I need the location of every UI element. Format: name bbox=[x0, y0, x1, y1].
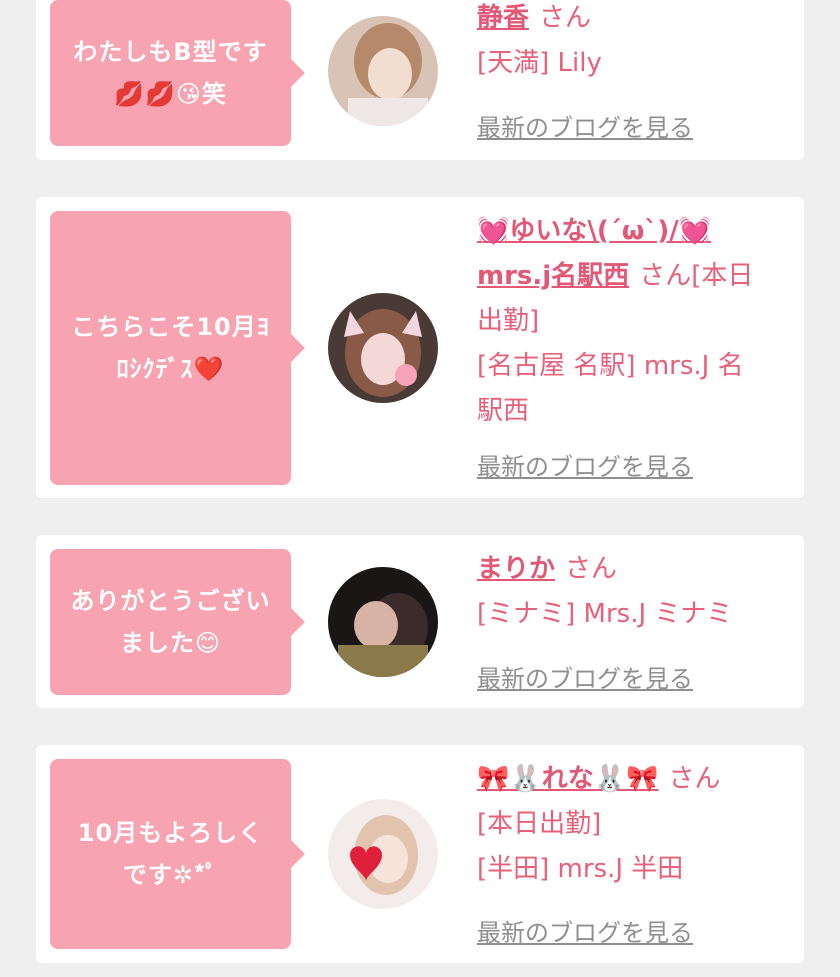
avatar[interactable] bbox=[328, 567, 438, 677]
message-text: ありがとうござい ました😊 bbox=[70, 587, 271, 657]
avatar[interactable] bbox=[328, 293, 438, 403]
sender-info: 💓ゆいな\(´ω`)/💓 mrs.j名駅西 さん[本日 出勤] [名古屋 名駅] … bbox=[477, 209, 790, 434]
shop-label: [天満] Lily bbox=[477, 48, 602, 78]
sender-name-link[interactable]: mrs.j名駅西 bbox=[477, 261, 629, 291]
sender-info: 静香 さん [天満] Lily bbox=[477, 0, 790, 86]
comment-card: 10月もよろしく です✲*ﾟ 🎀🐰れな🐰🎀 さん [本日出勤] [半田] mrs.… bbox=[36, 745, 804, 963]
san-label: さん bbox=[565, 554, 618, 584]
shop-label: [名古屋 名駅] mrs.J 名 bbox=[477, 351, 744, 381]
shop-label: [ミナミ] Mrs.J ミナミ bbox=[477, 599, 733, 629]
latest-blog-link[interactable]: 最新のブログを見る bbox=[477, 108, 693, 143]
sender-name-link[interactable]: 静香 bbox=[477, 3, 529, 33]
avatar[interactable] bbox=[328, 16, 438, 126]
latest-blog-link[interactable]: 最新のブログを見る bbox=[477, 913, 693, 948]
san-label: さん bbox=[668, 764, 721, 794]
latest-blog-link[interactable]: 最新のブログを見る bbox=[477, 659, 693, 694]
sender-name-link[interactable]: まりか bbox=[477, 554, 555, 584]
sender-info: まりか さん [ミナミ] Mrs.J ミナミ bbox=[477, 547, 790, 637]
message-text: 10月もよろしく です✲*ﾟ bbox=[77, 819, 264, 889]
shop-label: 駅西 bbox=[477, 396, 530, 426]
sender-name-link[interactable]: 🎀🐰れな🐰🎀 bbox=[477, 764, 659, 794]
latest-blog-link[interactable]: 最新のブログを見る bbox=[477, 447, 693, 482]
message-bubble: ありがとうござい ました😊 bbox=[50, 549, 305, 695]
status-label: [本日出勤] bbox=[477, 809, 602, 839]
sender-name-link[interactable]: 💓ゆいな\(´ω`)/💓 bbox=[477, 216, 711, 246]
avatar[interactable] bbox=[328, 799, 438, 909]
sender-info: 🎀🐰れな🐰🎀 さん [本日出勤] [半田] mrs.J 半田 bbox=[477, 757, 790, 892]
comment-card: ありがとうござい ました😊 まりか さん [ミナミ] Mrs.J ミナミ 最新のブ… bbox=[36, 535, 804, 708]
status-label: [本日 bbox=[691, 261, 754, 291]
comment-card: こちらこそ10月ﾖ ﾛｼｸﾃﾞｽ❤️ 💓ゆいな\(´ω`)/💓 mrs.j名駅西… bbox=[36, 197, 804, 498]
message-bubble: 10月もよろしく です✲*ﾟ bbox=[50, 759, 305, 949]
shop-label: [半田] mrs.J 半田 bbox=[477, 854, 684, 884]
comment-card: わたしもB型です 💋💋😘笑 静香 さん [天満] Lily 最新のブログを見る bbox=[36, 0, 804, 160]
message-text: わたしもB型です 💋💋😘笑 bbox=[73, 38, 268, 108]
san-label: さん bbox=[539, 3, 592, 33]
message-bubble: こちらこそ10月ﾖ ﾛｼｸﾃﾞｽ❤️ bbox=[50, 211, 305, 485]
status-label: 出勤] bbox=[477, 306, 540, 336]
message-text: こちらこそ10月ﾖ ﾛｼｸﾃﾞｽ❤️ bbox=[71, 313, 270, 383]
san-label: さん bbox=[639, 261, 692, 291]
message-bubble: わたしもB型です 💋💋😘笑 bbox=[50, 0, 305, 146]
